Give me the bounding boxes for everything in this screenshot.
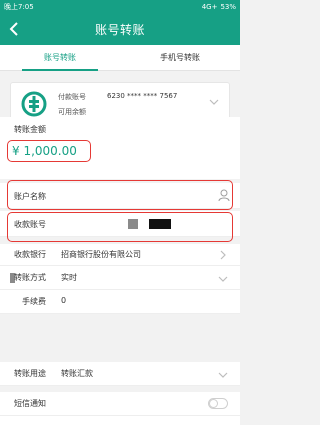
toggle-knob <box>209 399 218 408</box>
status-bar: 晚上7:05 4G+ 53% <box>0 0 240 13</box>
section-gap <box>0 314 240 362</box>
sms-notification-label: 短信通知 <box>14 399 46 408</box>
tab-phone-transfer[interactable]: 手机号转账 <box>120 45 240 70</box>
fee-value: 0 <box>61 296 67 305</box>
transfer-method-value: 实时 <box>61 273 77 282</box>
chevron-down-icon <box>209 99 219 105</box>
bottom-filler <box>0 416 240 425</box>
account-name-highlight-box <box>7 180 233 210</box>
title-bar: 账号转账 <box>0 13 240 45</box>
amount-panel: 转账金额 ¥ 1,000.00 <box>0 117 240 179</box>
chevron-right-icon <box>220 250 226 260</box>
sms-notification-toggle[interactable] <box>208 398 228 409</box>
chevron-down-icon <box>218 372 228 378</box>
transfer-purpose-value: 转账汇款 <box>61 369 93 378</box>
network-label: 4G+ <box>201 2 218 11</box>
sms-notification-row: 短信通知 <box>0 392 240 416</box>
available-balance-label: 可用余额 <box>58 108 86 116</box>
transfer-tabs: 账号转账 手机号转账 <box>0 45 240 71</box>
amount-label: 转账金额 <box>14 125 46 134</box>
payer-account-label: 付款账号 <box>58 93 86 101</box>
back-button[interactable] <box>6 20 22 38</box>
tab-account-transfer[interactable]: 账号转账 <box>0 45 120 71</box>
amount-input[interactable]: ¥ 1,000.00 <box>12 144 77 158</box>
page-title: 账号转账 <box>94 22 145 37</box>
status-indicators: 4G+ 53% <box>202 3 236 11</box>
chevron-down-icon <box>218 276 228 282</box>
payer-account-number: 6230 **** **** 7567 <box>107 92 178 100</box>
payee-bank-row[interactable]: 收款银行 招商银行股份有限公司 <box>0 244 240 266</box>
transfer-method-row[interactable]: 转账方式 实时 <box>0 266 240 290</box>
payee-account-highlight-box <box>7 212 233 242</box>
transfer-purpose-label: 转账用途 <box>14 369 46 378</box>
transfer-method-label: 转账方式 <box>14 273 46 282</box>
bank-logo-icon <box>21 91 47 117</box>
fee-row: 手续费 0 <box>0 290 240 314</box>
payee-bank-label: 收款银行 <box>14 250 46 259</box>
back-icon <box>9 22 18 36</box>
transfer-purpose-row[interactable]: 转账用途 转账汇款 <box>0 362 240 386</box>
payee-bank-value: 招商银行股份有限公司 <box>61 250 141 259</box>
battery-level: 53% <box>220 2 236 11</box>
fee-label: 手续费 <box>22 297 46 306</box>
status-time: 晚上7:05 <box>4 2 34 11</box>
